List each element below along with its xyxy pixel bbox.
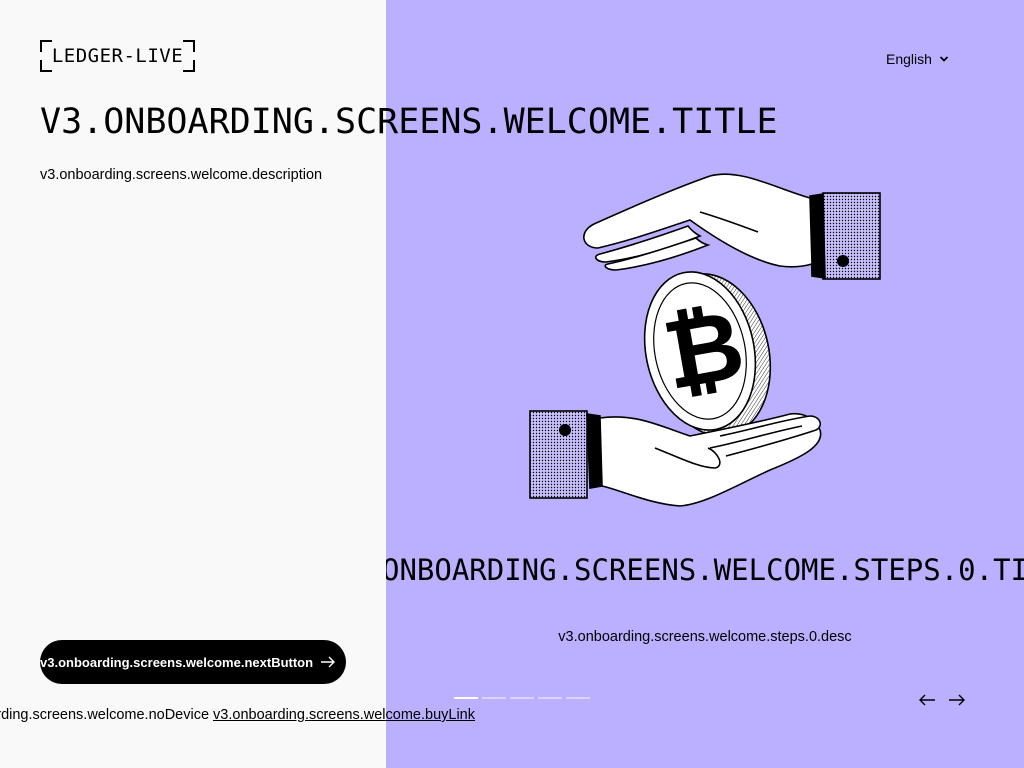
language-selected-value: English [886, 51, 932, 67]
carousel-dot-2[interactable] [482, 697, 506, 699]
language-select[interactable]: English [886, 49, 950, 69]
carousel-dot-4[interactable] [538, 697, 562, 699]
buy-link[interactable]: v3.onboarding.screens.welcome.buyLink [213, 707, 475, 723]
logo-text: LEDGER-LIVE [51, 45, 184, 67]
carousel-step-title: V3.ONBOARDING.SCREENS.WELCOME.STEPS.0.TI… [386, 552, 1024, 592]
ledger-live-logo: LEDGER-LIVE [40, 40, 195, 72]
next-button-label: v3.onboarding.screens.welcome.nextButton [40, 654, 314, 670]
carousel-next-button[interactable] [948, 690, 966, 710]
chevron-down-icon [939, 56, 949, 62]
arrow-right-icon [949, 694, 965, 706]
page-title: V3.ONBOARDING.SCREENS.WELCOME.TITLE [40, 102, 778, 142]
carousel-dot-1[interactable] [454, 697, 478, 699]
carousel-dot-3[interactable] [510, 697, 534, 699]
no-device-text: v3.onboarding.screens.welcome.noDevice [0, 707, 210, 723]
bitcoin-coin: ₿ [643, 271, 772, 437]
onboarding-page: LEDGER-LIVE V3.ONBOARDING.SCREENS.WELCOM… [0, 0, 1024, 768]
next-button[interactable]: v3.onboarding.screens.welcome.nextButton [40, 640, 346, 684]
carousel-dot-5[interactable] [566, 697, 590, 699]
arrow-left-icon [919, 694, 935, 706]
arrow-right-icon [321, 656, 335, 668]
carousel-prev-button[interactable] [918, 690, 936, 710]
page-description: v3.onboarding.screens.welcome.descriptio… [40, 167, 323, 183]
carousel-step-title-text: V3.ONBOARDING.SCREENS.WELCOME.STEPS.0.TI… [386, 553, 1024, 587]
carousel-step-description: v3.onboarding.screens.welcome.steps.0.de… [558, 629, 852, 645]
carousel-nav [918, 690, 966, 710]
top-hand [583, 173, 881, 280]
carousel-pagination [454, 697, 590, 699]
bottom-links: v3.onboarding.screens.welcome.noDevicev3… [0, 705, 475, 725]
hands-holding-bitcoin-illustration: ₿ [529, 173, 881, 507]
bottom-hand [529, 410, 822, 507]
